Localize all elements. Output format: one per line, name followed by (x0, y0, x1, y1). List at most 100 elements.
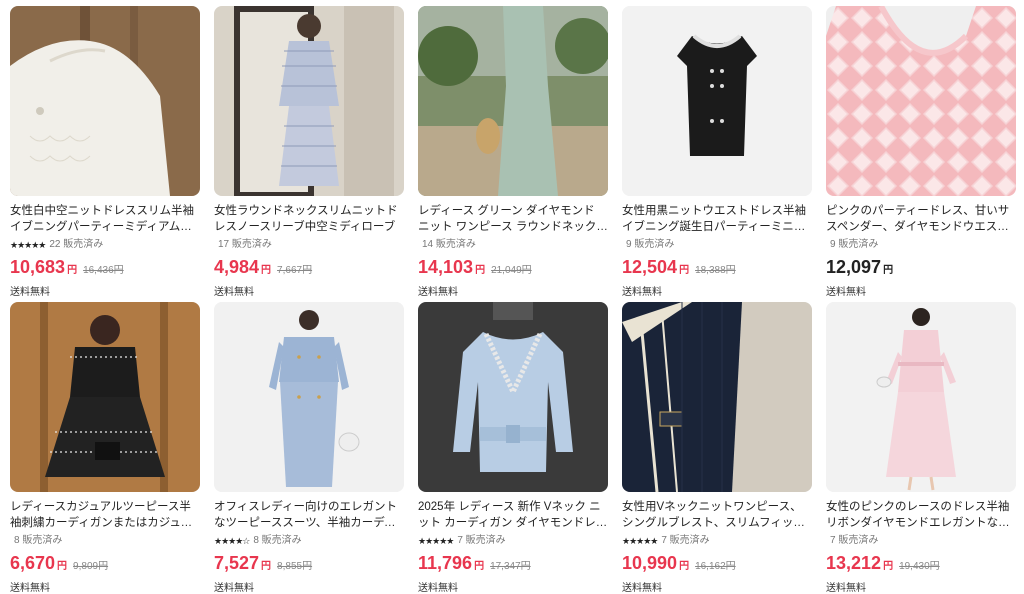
sold-count: 9 販売済み (626, 239, 675, 250)
price-row: 4,984 円 7,667円 (214, 257, 404, 279)
product-card[interactable]: 女性のピンクのレースのドレス半袖リボンダイヤモンドエレガントなミディローブ 7 … (826, 302, 1016, 594)
product-title[interactable]: ピンクのパーティードレス、甘いサスペンダー、ダイヤモンドウエスト、スリムなノース… (826, 203, 1016, 235)
sold-count: 8 販売済み (14, 535, 63, 546)
product-title[interactable]: 女性用Vネックニットワンピース、シングルブレスト、スリムフィット、イブニングパー… (622, 499, 812, 531)
price-row: 13,212 円 19,430円 (826, 553, 1016, 575)
product-meta: 7 販売済み (826, 534, 1016, 548)
product-title[interactable]: オフィスレディー向けのエレガントなツーピーススーツ、半袖カーディガンまたはスリム… (214, 499, 404, 531)
product-title[interactable]: レディースカジュアルツーピース半袖刺繍カーディガンまたはカジュアルサスペンダード… (10, 499, 200, 531)
currency-label: 円 (474, 561, 485, 572)
sold-count: 22 販売済み (49, 239, 104, 250)
product-meta: 17 販売済み (214, 238, 404, 252)
product-meta: 9 販売済み (622, 238, 812, 252)
currency-label: 円 (883, 265, 894, 276)
currency-label: 円 (475, 265, 486, 276)
shipping-label: 送料無料 (214, 287, 254, 298)
sale-price: 11,796 (418, 553, 473, 573)
product-grid: 女性白中空ニットドレススリム半袖イブニングパーティーミディアムローブ ★★★★★… (0, 0, 1024, 594)
product-meta: ★★★★★ 22 販売済み (10, 238, 200, 252)
price-row: 12,504 円 18,388円 (622, 257, 812, 279)
price-row: 11,796 円 17,347円 (418, 553, 608, 575)
original-price: 17,347円 (490, 561, 531, 572)
currency-label: 円 (57, 561, 68, 572)
sold-count: 8 販売済み (253, 535, 302, 546)
original-price: 7,667円 (277, 265, 313, 276)
product-title[interactable]: 女性のピンクのレースのドレス半袖リボンダイヤモンドエレガントなミディローブ (826, 499, 1016, 531)
green-knit-dress-image[interactable] (418, 6, 608, 196)
product-meta: ★★★★☆ 8 販売済み (214, 534, 404, 548)
price-row: 12,097 円 (826, 257, 1016, 279)
black-mini-dress-image[interactable] (622, 6, 812, 196)
sale-price: 7,527 (214, 553, 260, 573)
original-price: 16,436円 (83, 265, 124, 276)
original-price: 9,809円 (73, 561, 109, 572)
product-card[interactable]: 2025年 レディース 新作 Vネック ニット カーディガン ダイヤモンドレース… (418, 302, 608, 594)
shipping-label: 送料無料 (418, 583, 458, 594)
sale-price: 4,984 (214, 257, 260, 277)
sale-price: 13,212 (826, 553, 882, 573)
shipping-label: 送料無料 (10, 287, 50, 298)
product-meta: 14 販売済み (418, 238, 608, 252)
sale-price: 10,683 (10, 257, 66, 277)
sold-count: 7 販売済み (830, 535, 879, 546)
product-meta: 9 販売済み (826, 238, 1016, 252)
sold-count: 14 販売済み (422, 239, 476, 250)
blue-suit-dress-image[interactable] (214, 302, 404, 492)
sale-price: 12,504 (622, 257, 678, 277)
navy-knit-dress-image[interactable] (622, 302, 812, 492)
original-price: 16,162円 (695, 561, 736, 572)
product-title[interactable]: 女性用黒ニットウエストドレス半袖イブニング誕生日パーティーミニドレス (622, 203, 812, 235)
product-title[interactable]: 女性ラウンドネックスリムニットドレスノースリーブ中空ミディローブ (214, 203, 404, 235)
sale-price: 10,990 (622, 553, 678, 573)
shipping-label: 送料無料 (10, 583, 50, 594)
pink-lace-dress-image[interactable] (826, 302, 1016, 492)
product-card[interactable]: レディースカジュアルツーピース半袖刺繍カーディガンまたはカジュアルサスペンダード… (10, 302, 200, 594)
product-card[interactable]: ピンクのパーティードレス、甘いサスペンダー、ダイヤモンドウエスト、スリムなノース… (826, 6, 1016, 298)
currency-label: 円 (679, 561, 690, 572)
rating-stars-icon: ★★★★★ (622, 536, 658, 546)
product-card[interactable]: レディース グリーン ダイヤモンド ニット ワンピース ラウンドネック シングル… (418, 6, 608, 298)
tweed-set-image[interactable] (214, 6, 404, 196)
sold-count: 7 販売済み (457, 535, 506, 546)
product-title[interactable]: 2025年 レディース 新作 Vネック ニット カーディガン ダイヤモンドレース… (418, 499, 608, 531)
currency-label: 円 (883, 561, 894, 572)
sale-price: 14,103 (418, 257, 474, 277)
pink-knit-dress-image[interactable] (826, 6, 1016, 196)
price-row: 6,670 円 9,809円 (10, 553, 200, 575)
shipping-label: 送料無料 (418, 287, 458, 298)
shipping-label: 送料無料 (622, 287, 662, 298)
product-card[interactable]: 女性ラウンドネックスリムニットドレスノースリーブ中空ミディローブ 17 販売済み… (214, 6, 404, 298)
white-knit-dress-image[interactable] (10, 6, 200, 196)
product-title[interactable]: レディース グリーン ダイヤモンド ニット ワンピース ラウンドネック シングル… (418, 203, 608, 235)
shipping-label: 送料無料 (622, 583, 662, 594)
sold-count: 9 販売済み (830, 239, 879, 250)
shipping-label: 送料無料 (826, 287, 866, 298)
sale-price: 6,670 (10, 553, 56, 573)
product-card[interactable]: 女性用黒ニットウエストドレス半袖イブニング誕生日パーティーミニドレス 9 販売済… (622, 6, 812, 298)
currency-label: 円 (261, 265, 272, 276)
blue-cardigan-image[interactable] (418, 302, 608, 492)
original-price: 8,855円 (277, 561, 313, 572)
sold-count: 7 販売済み (661, 535, 710, 546)
product-title[interactable]: 女性白中空ニットドレススリム半袖イブニングパーティーミディアムローブ (10, 203, 200, 235)
price-row: 14,103 円 21,049円 (418, 257, 608, 279)
black-two-piece-image[interactable] (10, 302, 200, 492)
shipping-label: 送料無料 (214, 583, 254, 594)
product-card[interactable]: オフィスレディー向けのエレガントなツーピーススーツ、半袖カーディガンまたはスリム… (214, 302, 404, 594)
currency-label: 円 (67, 265, 78, 276)
product-card[interactable]: 女性用Vネックニットワンピース、シングルブレスト、スリムフィット、イブニングパー… (622, 302, 812, 594)
rating-stars-icon: ★★★★★ (10, 240, 46, 250)
price-row: 7,527 円 8,855円 (214, 553, 404, 575)
product-card[interactable]: 女性白中空ニットドレススリム半袖イブニングパーティーミディアムローブ ★★★★★… (10, 6, 200, 298)
original-price: 19,430円 (899, 561, 940, 572)
product-meta: ★★★★★ 7 販売済み (622, 534, 812, 548)
sold-count: 17 販売済み (218, 239, 272, 250)
original-price: 21,049円 (491, 265, 532, 276)
currency-label: 円 (679, 265, 690, 276)
rating-stars-icon: ★★★★☆ (214, 536, 250, 546)
price-row: 10,683 円 16,436円 (10, 257, 200, 279)
shipping-label: 送料無料 (826, 583, 866, 594)
product-meta: 8 販売済み (10, 534, 200, 548)
regular-price: 12,097 (826, 257, 882, 277)
currency-label: 円 (261, 561, 272, 572)
